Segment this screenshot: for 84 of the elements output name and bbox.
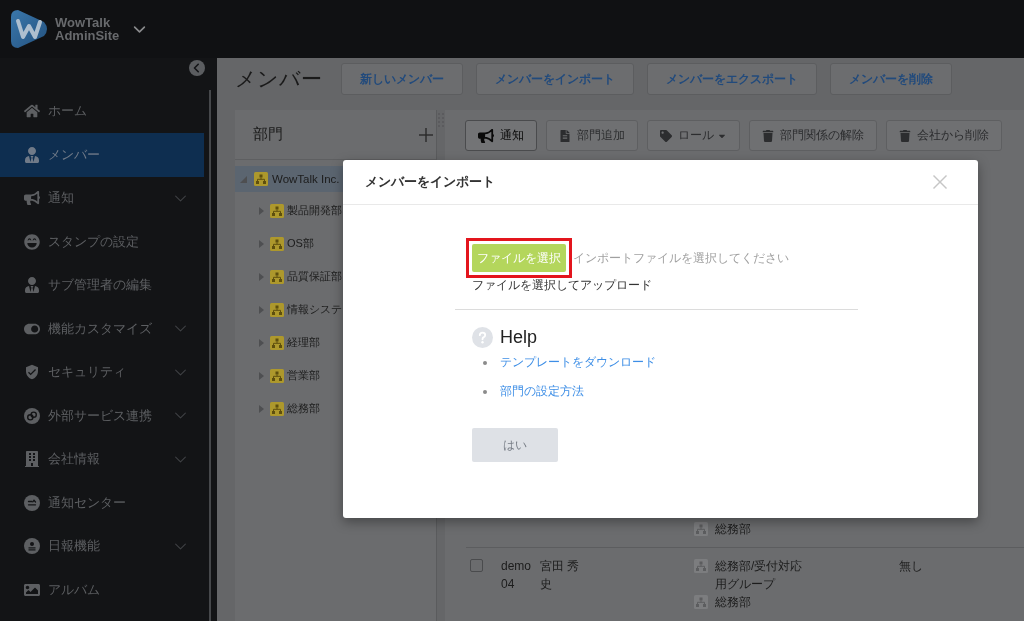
trash-icon bbox=[899, 129, 911, 142]
logo-icon bbox=[10, 9, 50, 49]
department-name: 総務部 bbox=[715, 521, 752, 538]
tree-item[interactable]: 品質保証部 bbox=[235, 260, 343, 293]
image-icon bbox=[24, 581, 40, 598]
caret-right-icon[interactable] bbox=[259, 305, 264, 314]
action-button[interactable]: 新しいメンバー bbox=[341, 63, 463, 95]
org-chart-icon bbox=[694, 559, 708, 573]
org-chart-icon bbox=[270, 269, 284, 284]
tag-icon bbox=[660, 129, 672, 142]
caret-right-icon[interactable] bbox=[259, 404, 264, 413]
sidebar-item[interactable]: 機能カスタマイズ bbox=[0, 307, 204, 351]
bullet-icon bbox=[483, 389, 487, 394]
sidebar-item[interactable]: サブ管理者の編集 bbox=[0, 263, 204, 307]
org-chart-icon bbox=[270, 368, 284, 383]
collapse-button[interactable] bbox=[189, 60, 205, 76]
help-icon bbox=[472, 327, 493, 348]
caret-right-icon[interactable] bbox=[259, 338, 264, 347]
link-icon bbox=[24, 407, 40, 424]
help-link[interactable]: 部門の設定方法 bbox=[500, 383, 584, 400]
department-name: 総務部/受付対応用グループ bbox=[715, 558, 804, 593]
action-button[interactable]: メンバーを削除 bbox=[830, 63, 952, 95]
choose-file-button[interactable]: ファイルを選択 bbox=[472, 244, 566, 272]
file-name-field[interactable]: インポートファイルを選択してください bbox=[572, 244, 804, 272]
org-chart-icon bbox=[270, 302, 284, 317]
tree-item[interactable]: 製品開発部 bbox=[235, 194, 343, 227]
caret-right-icon[interactable] bbox=[259, 371, 264, 380]
org-chart-icon bbox=[694, 595, 708, 609]
dialog-title: メンバーをインポート bbox=[365, 173, 495, 191]
megaphone-icon bbox=[478, 127, 494, 144]
org-chart-icon bbox=[270, 203, 284, 218]
trash-icon bbox=[762, 129, 774, 142]
close-icon[interactable] bbox=[933, 175, 947, 189]
tree-item[interactable]: WowTalk Inc. bbox=[235, 166, 343, 192]
panel-title: 部門 bbox=[253, 125, 283, 144]
tree-item[interactable]: 営業部 bbox=[235, 359, 343, 392]
sidebar-item[interactable]: セキュリティ bbox=[0, 350, 204, 394]
action-button[interactable]: メンバーをインポート bbox=[476, 63, 634, 95]
sidebar-item[interactable]: メンバー bbox=[0, 133, 204, 177]
sidebar-item[interactable]: 通知 bbox=[0, 176, 204, 220]
org-chart-icon bbox=[270, 401, 284, 416]
megaphone-icon bbox=[24, 190, 40, 207]
user-id-cell-text: demo04 bbox=[501, 558, 533, 593]
brand-name: WowTalk bbox=[55, 16, 112, 29]
org-chart-icon bbox=[694, 522, 708, 536]
sidebar-item[interactable]: スタンプの設定 bbox=[0, 220, 204, 264]
document-icon bbox=[559, 129, 571, 142]
caret-right-icon[interactable] bbox=[259, 239, 264, 248]
org-chart-icon bbox=[270, 335, 284, 350]
sidebar-item[interactable]: 日報機能 bbox=[0, 524, 204, 568]
chevron-left-icon bbox=[192, 63, 202, 73]
shield-check-icon bbox=[24, 364, 40, 381]
brand-subtitle: AdminSite bbox=[55, 29, 120, 42]
toolbar-button[interactable]: 通知 bbox=[465, 120, 537, 151]
smiley-icon bbox=[24, 233, 40, 250]
table-cell: 無し bbox=[899, 559, 923, 573]
tree-item[interactable]: 総務部 bbox=[235, 392, 343, 425]
page-title: メンバー bbox=[235, 66, 322, 92]
sidebar-item[interactable]: 会社情報 bbox=[0, 437, 204, 481]
tree-item[interactable]: OS部 bbox=[235, 227, 343, 260]
caret-down-icon[interactable] bbox=[240, 175, 247, 183]
checkbox[interactable] bbox=[470, 559, 483, 572]
tree-item[interactable]: 情報システ bbox=[235, 293, 343, 326]
help-link[interactable]: テンプレートをダウンロード bbox=[500, 354, 656, 371]
building-icon bbox=[24, 451, 40, 468]
department-name: 総務部 bbox=[715, 594, 752, 611]
org-chart-icon bbox=[254, 172, 268, 186]
upload-hint: ファイルを選択してアップロード bbox=[472, 278, 653, 292]
caret-right-icon[interactable] bbox=[259, 272, 264, 281]
document-circle-icon bbox=[24, 538, 40, 555]
tree-item[interactable]: 経理部 bbox=[235, 326, 343, 359]
plus-icon[interactable] bbox=[419, 127, 433, 142]
sidebar-item[interactable]: アルバム bbox=[0, 568, 204, 612]
list-circle-icon bbox=[24, 494, 40, 511]
home-icon bbox=[24, 103, 40, 120]
caret-right-icon[interactable] bbox=[259, 206, 264, 215]
user-name-cell-text: 宮田 秀史 bbox=[540, 558, 581, 593]
bullet-icon bbox=[483, 360, 487, 365]
scrollbar-thumb[interactable] bbox=[209, 89, 211, 621]
action-button[interactable]: メンバーをエクスポート bbox=[647, 63, 817, 95]
help-title: Help bbox=[500, 327, 538, 348]
org-chart-icon bbox=[270, 236, 284, 251]
user-icon bbox=[24, 146, 40, 163]
user-tie-icon bbox=[24, 277, 40, 294]
